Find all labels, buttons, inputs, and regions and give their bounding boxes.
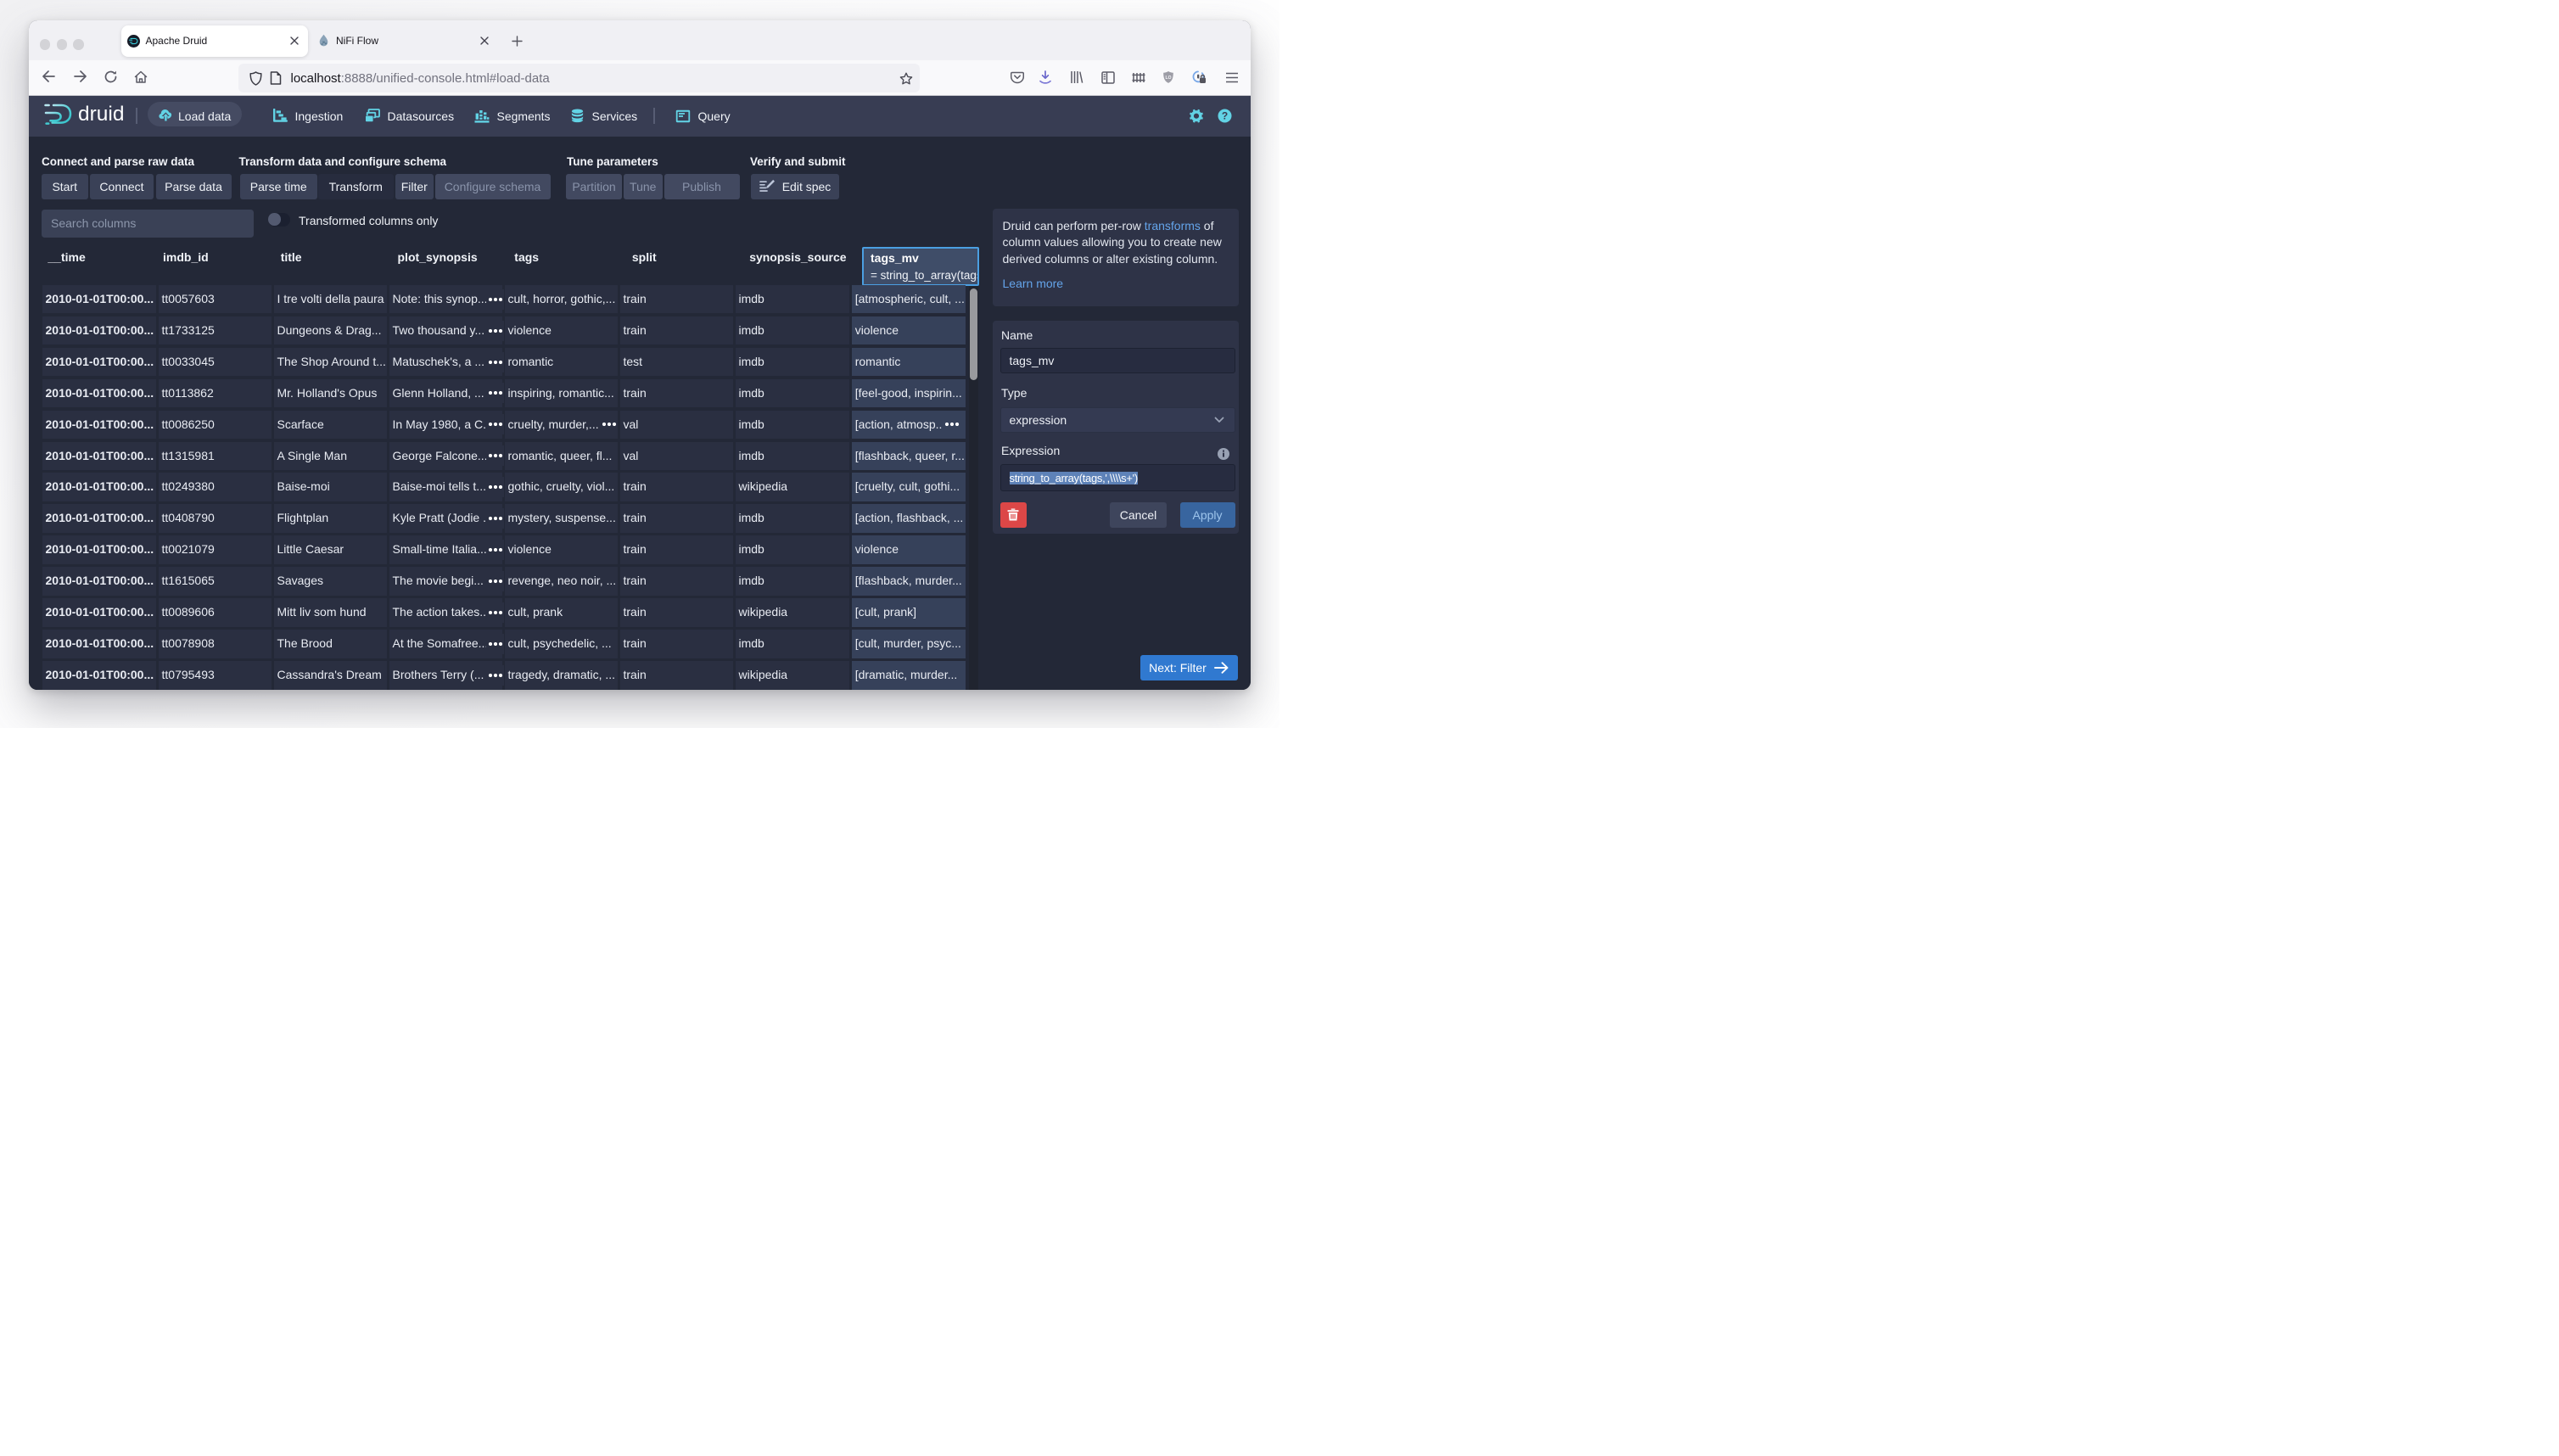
svg-text:LO: LO: [1166, 76, 1172, 81]
svg-text:?: ?: [1221, 109, 1227, 121]
